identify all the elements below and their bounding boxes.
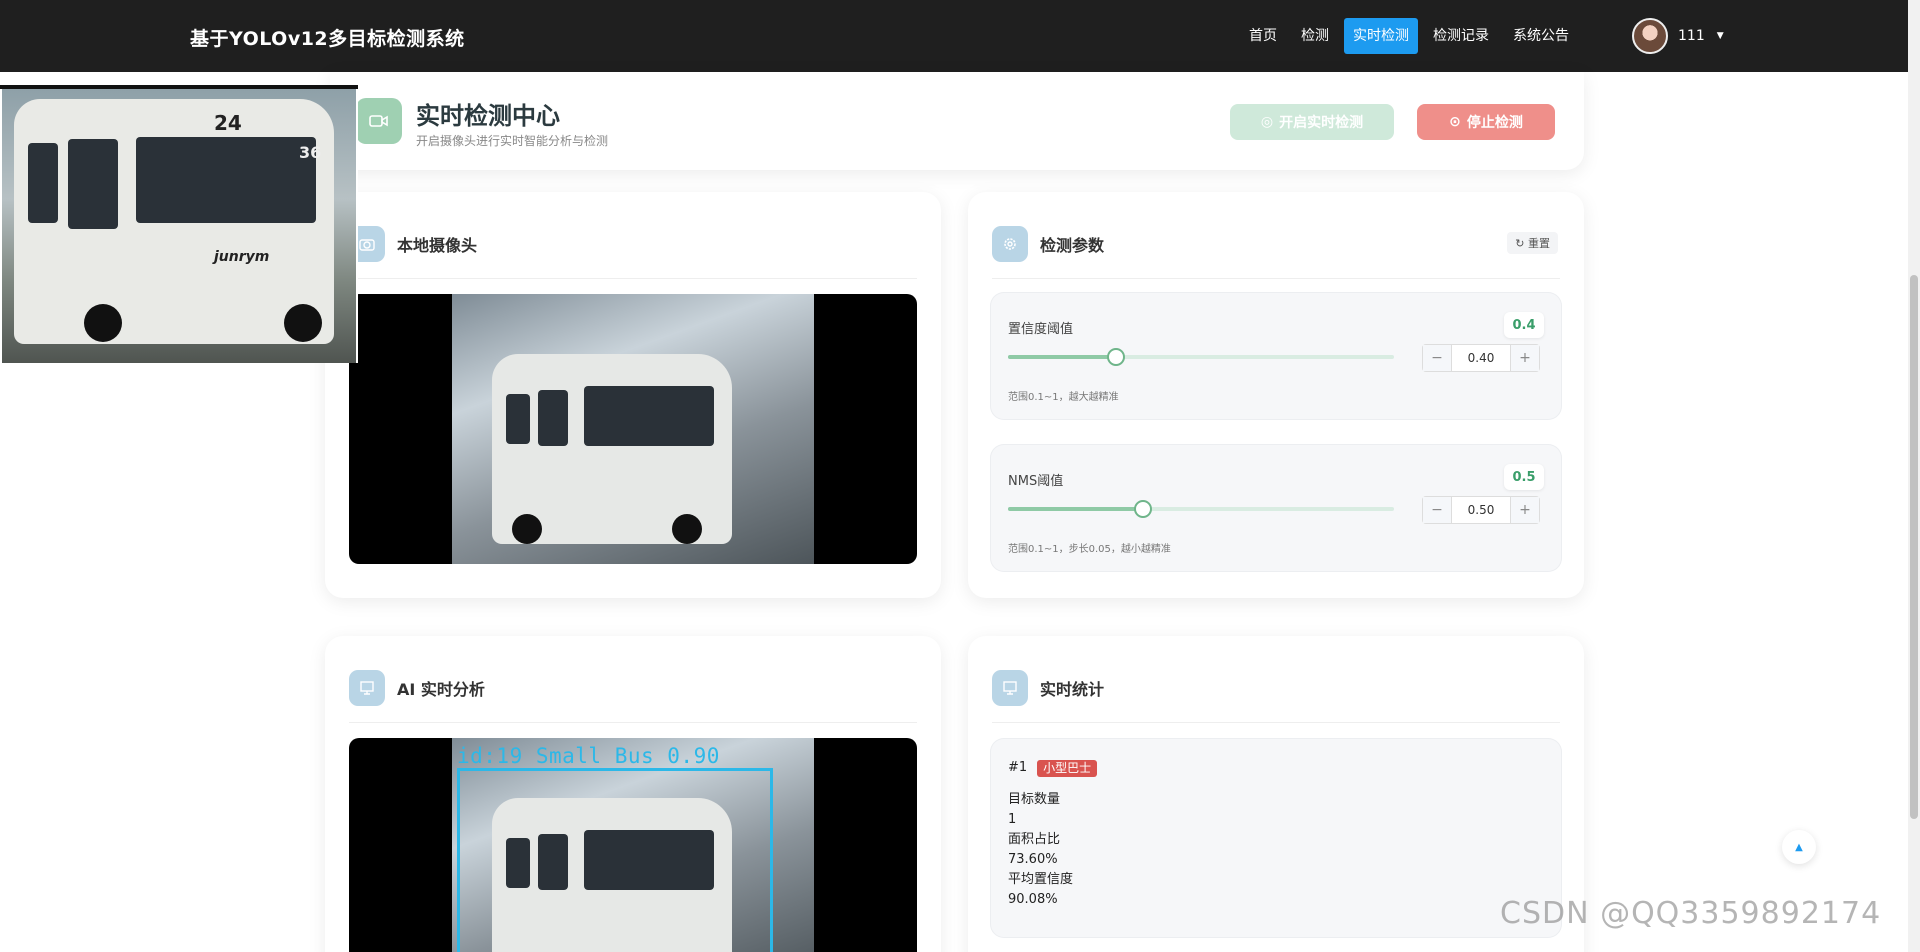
start-label: 开启实时检测 bbox=[1279, 115, 1364, 131]
refresh-icon: ↻ bbox=[1515, 237, 1528, 250]
nms-slider[interactable] bbox=[1008, 500, 1394, 518]
bus-image bbox=[492, 354, 732, 544]
main-nav: 首页 检测 实时检测 检测记录 系统公告 bbox=[1240, 18, 1578, 54]
nms-badge: 0.5 bbox=[1504, 464, 1544, 490]
plus-button[interactable]: + bbox=[1511, 345, 1539, 371]
confidence-slider-fill bbox=[1008, 355, 1117, 359]
app-title[interactable]: 基于YOLOv12多目标检测系统 bbox=[190, 24, 465, 51]
caret-down-icon[interactable]: ▼ bbox=[1717, 31, 1724, 41]
detection-label: id:19 Small Bus 0.90 bbox=[457, 744, 720, 768]
area-label: 面积占比 bbox=[1008, 832, 1061, 847]
bus-route: 36 bbox=[299, 143, 322, 162]
nms-input[interactable]: 0.50 bbox=[1451, 497, 1511, 523]
divider bbox=[349, 278, 917, 279]
ai-title: AI 实时分析 bbox=[397, 680, 485, 699]
start-detection-button[interactable]: ◎ 开启实时检测 bbox=[1230, 104, 1394, 140]
header-card: 实时检测中心 开启摄像头进行实时智能分析与检测 ◎ 开启实时检测 ⊙ 停止检测 bbox=[330, 72, 1584, 170]
nms-slider-fill bbox=[1008, 507, 1144, 511]
nav-item-detect[interactable]: 检测 bbox=[1292, 18, 1338, 54]
params-header: 检测参数 bbox=[992, 226, 1104, 262]
nav-item-records[interactable]: 检测记录 bbox=[1424, 18, 1498, 54]
stop-label: 停止检测 bbox=[1466, 115, 1523, 131]
bus-photo: 24 36 junrym bbox=[2, 89, 356, 363]
stats-panel: #1 小型巴士 目标数量 1 面积占比 73.60% 平均置信度 90.08% bbox=[990, 738, 1562, 938]
nms-stepper: − 0.50 + bbox=[1422, 496, 1540, 524]
camera-frame bbox=[452, 294, 814, 564]
play-circle-icon: ◎ bbox=[1260, 114, 1274, 130]
avatar[interactable] bbox=[1632, 18, 1668, 54]
username[interactable]: 111 bbox=[1678, 28, 1705, 44]
stats-header: 实时统计 bbox=[992, 670, 1104, 706]
stats-card: 实时统计 #1 小型巴士 目标数量 1 面积占比 73.60% 平均置信度 90… bbox=[968, 636, 1584, 952]
minus-button[interactable]: − bbox=[1423, 345, 1451, 371]
divider bbox=[992, 278, 1560, 279]
camera-title: 本地摄像头 bbox=[397, 236, 478, 255]
camera-card: 本地摄像头 bbox=[325, 192, 941, 598]
detection-box bbox=[457, 768, 773, 952]
stop-detection-button[interactable]: ⊙ 停止检测 bbox=[1417, 104, 1555, 140]
confidence-badge: 0.4 bbox=[1504, 312, 1544, 338]
camera-feed bbox=[349, 294, 917, 564]
confidence-slider-knob[interactable] bbox=[1107, 348, 1126, 366]
top-navbar: 基于YOLOv12多目标检测系统 首页 检测 实时检测 检测记录 系统公告 11… bbox=[0, 0, 1908, 72]
source-thumbnail: 24 36 junrym bbox=[0, 85, 358, 363]
minus-button[interactable]: − bbox=[1423, 497, 1451, 523]
stop-circle-icon: ⊙ bbox=[1449, 114, 1461, 130]
analysis-feed: id:19 Small Bus 0.90 bbox=[349, 738, 917, 952]
scrollbar-thumb[interactable] bbox=[1910, 275, 1918, 819]
confidence-avg-value: 90.08% bbox=[1008, 892, 1058, 907]
camera-header: 本地摄像头 bbox=[349, 226, 477, 262]
params-card: 检测参数 ↻ 重置 置信度阈值 0.4 − 0.40 + 范围0.1~1，越大越… bbox=[968, 192, 1584, 598]
video-camera-icon bbox=[356, 98, 402, 144]
bus-image: 24 36 junrym bbox=[14, 99, 334, 344]
gear-icon bbox=[992, 226, 1028, 262]
bus-brand: junrym bbox=[214, 249, 270, 265]
watermark: CSDN @QQ3359892174 bbox=[1500, 896, 1882, 931]
area-value: 73.60% bbox=[1008, 852, 1058, 867]
stats-object-row: #1 小型巴士 bbox=[1008, 758, 1544, 778]
confidence-slider[interactable] bbox=[1008, 348, 1394, 366]
user-menu[interactable]: 111 ▼ bbox=[1632, 18, 1724, 54]
class-tag: 小型巴士 bbox=[1037, 759, 1098, 777]
nms-panel: NMS阈值 0.5 − 0.50 + 范围0.1~1，步长0.05，越小越精准 bbox=[990, 444, 1562, 572]
nav-item-notice[interactable]: 系统公告 bbox=[1504, 18, 1578, 54]
nms-label: NMS阈值 bbox=[1008, 474, 1064, 489]
nav-item-home[interactable]: 首页 bbox=[1240, 18, 1286, 54]
bus-number: 24 bbox=[214, 111, 242, 135]
confidence-avg-label: 平均置信度 bbox=[1008, 872, 1074, 887]
object-index: #1 bbox=[1008, 760, 1028, 775]
confidence-label: 置信度阈值 bbox=[1008, 322, 1074, 337]
count-value: 1 bbox=[1008, 812, 1017, 827]
reset-label: 重置 bbox=[1528, 237, 1550, 250]
plus-button[interactable]: + bbox=[1511, 497, 1539, 523]
ai-header: AI 实时分析 bbox=[349, 670, 485, 706]
divider bbox=[349, 722, 917, 723]
confidence-hint: 范围0.1~1，越大越精准 bbox=[1008, 392, 1119, 403]
back-to-top-button[interactable]: ▲ bbox=[1782, 830, 1816, 864]
divider bbox=[992, 722, 1560, 723]
presentation-icon bbox=[349, 670, 385, 706]
stats-title: 实时统计 bbox=[1040, 680, 1105, 699]
confidence-stepper: − 0.40 + bbox=[1422, 344, 1540, 372]
arrow-up-icon: ▲ bbox=[1795, 841, 1803, 853]
params-title: 检测参数 bbox=[1040, 236, 1105, 255]
reset-button[interactable]: ↻ 重置 bbox=[1507, 232, 1558, 254]
page-subtitle: 开启摄像头进行实时智能分析与检测 bbox=[416, 134, 609, 148]
nav-item-realtime[interactable]: 实时检测 bbox=[1344, 18, 1418, 54]
page-title: 实时检测中心 bbox=[416, 102, 560, 130]
presentation-icon bbox=[992, 670, 1028, 706]
confidence-panel: 置信度阈值 0.4 − 0.40 + 范围0.1~1，越大越精准 bbox=[990, 292, 1562, 420]
nms-hint: 范围0.1~1，步长0.05，越小越精准 bbox=[1008, 544, 1171, 555]
ai-analysis-card: AI 实时分析 id:19 Small Bus 0.90 bbox=[325, 636, 941, 952]
count-label: 目标数量 bbox=[1008, 792, 1061, 807]
scrollbar[interactable] bbox=[1908, 0, 1920, 952]
confidence-input[interactable]: 0.40 bbox=[1451, 345, 1511, 371]
nms-slider-knob[interactable] bbox=[1134, 500, 1153, 518]
